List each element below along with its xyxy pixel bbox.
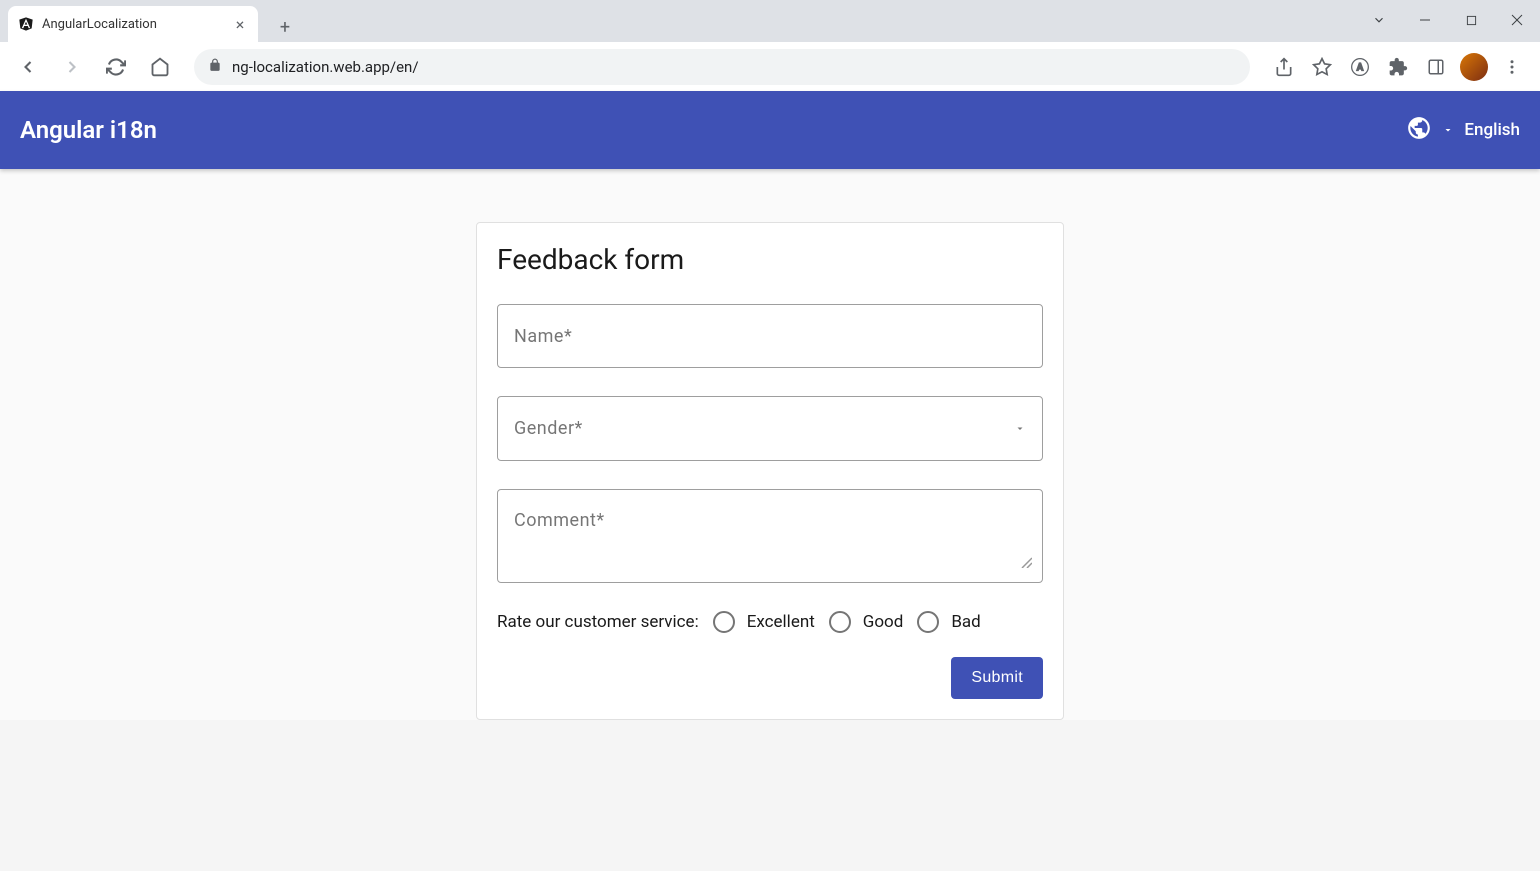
nav-bar: ng-localization.web.app/en/ A	[0, 42, 1540, 91]
radio-option-good: Good	[829, 611, 904, 633]
radio-good[interactable]	[829, 611, 851, 633]
tab-title: AngularLocalization	[42, 17, 224, 32]
name-field[interactable]: Name*	[497, 304, 1043, 368]
sidepanel-icon[interactable]	[1418, 49, 1454, 85]
share-icon[interactable]	[1266, 49, 1302, 85]
radio-label-good: Good	[863, 612, 904, 632]
browser-tab[interactable]: AngularLocalization ×	[8, 6, 258, 42]
language-label: English	[1464, 120, 1520, 140]
dropdown-chevron-icon[interactable]	[1356, 0, 1402, 40]
window-minimize-button[interactable]	[1402, 0, 1448, 40]
radio-option-bad: Bad	[917, 611, 980, 633]
avatar-icon	[1460, 53, 1488, 81]
language-selector[interactable]: English	[1406, 115, 1520, 145]
extensions-icon[interactable]	[1380, 49, 1416, 85]
menu-icon[interactable]	[1494, 49, 1530, 85]
close-icon[interactable]: ×	[232, 16, 248, 32]
tab-bar: AngularLocalization × +	[0, 0, 1540, 42]
home-button[interactable]	[142, 49, 178, 85]
chevron-down-icon	[1014, 419, 1026, 438]
window-close-button[interactable]	[1494, 0, 1540, 40]
form-actions: Submit	[497, 657, 1043, 699]
svg-text:A: A	[1357, 62, 1364, 73]
toolbar-icons: A	[1266, 49, 1530, 85]
bookmark-icon[interactable]	[1304, 49, 1340, 85]
feedback-card: Feedback form Name* Gender* Comment* Rat…	[476, 222, 1064, 720]
address-bar[interactable]: ng-localization.web.app/en/	[194, 49, 1250, 85]
globe-icon	[1406, 115, 1432, 145]
window-controls	[1356, 0, 1540, 40]
gender-field[interactable]: Gender*	[497, 396, 1043, 461]
forward-button[interactable]	[54, 49, 90, 85]
browser-chrome: AngularLocalization × + ng-localization.…	[0, 0, 1540, 91]
back-button[interactable]	[10, 49, 46, 85]
angular-icon	[18, 16, 34, 32]
app-title: Angular i18n	[20, 116, 157, 144]
rate-label: Rate our customer service:	[497, 612, 699, 632]
new-tab-button[interactable]: +	[270, 12, 300, 42]
window-maximize-button[interactable]	[1448, 0, 1494, 40]
gender-label: Gender*	[514, 418, 583, 439]
extension-a-icon[interactable]: A	[1342, 49, 1378, 85]
profile-avatar[interactable]	[1456, 49, 1492, 85]
app-header: Angular i18n English	[0, 91, 1540, 169]
app-content: Angular i18n English Feedback form Name*…	[0, 91, 1540, 720]
radio-bad[interactable]	[917, 611, 939, 633]
radio-option-excellent: Excellent	[713, 611, 815, 633]
dropdown-arrow-icon	[1442, 121, 1454, 140]
lock-icon	[208, 57, 222, 76]
comment-label: Comment*	[514, 510, 605, 531]
radio-excellent[interactable]	[713, 611, 735, 633]
name-label: Name*	[514, 326, 572, 347]
reload-button[interactable]	[98, 49, 134, 85]
form-title: Feedback form	[497, 243, 1043, 276]
rating-row: Rate our customer service: Excellent Goo…	[497, 611, 1043, 633]
radio-label-excellent: Excellent	[747, 612, 815, 632]
comment-field[interactable]: Comment*	[497, 489, 1043, 583]
submit-button[interactable]: Submit	[951, 657, 1043, 699]
url-text: ng-localization.web.app/en/	[232, 58, 1236, 76]
radio-label-bad: Bad	[951, 612, 980, 632]
resize-handle-icon[interactable]	[1020, 553, 1032, 572]
